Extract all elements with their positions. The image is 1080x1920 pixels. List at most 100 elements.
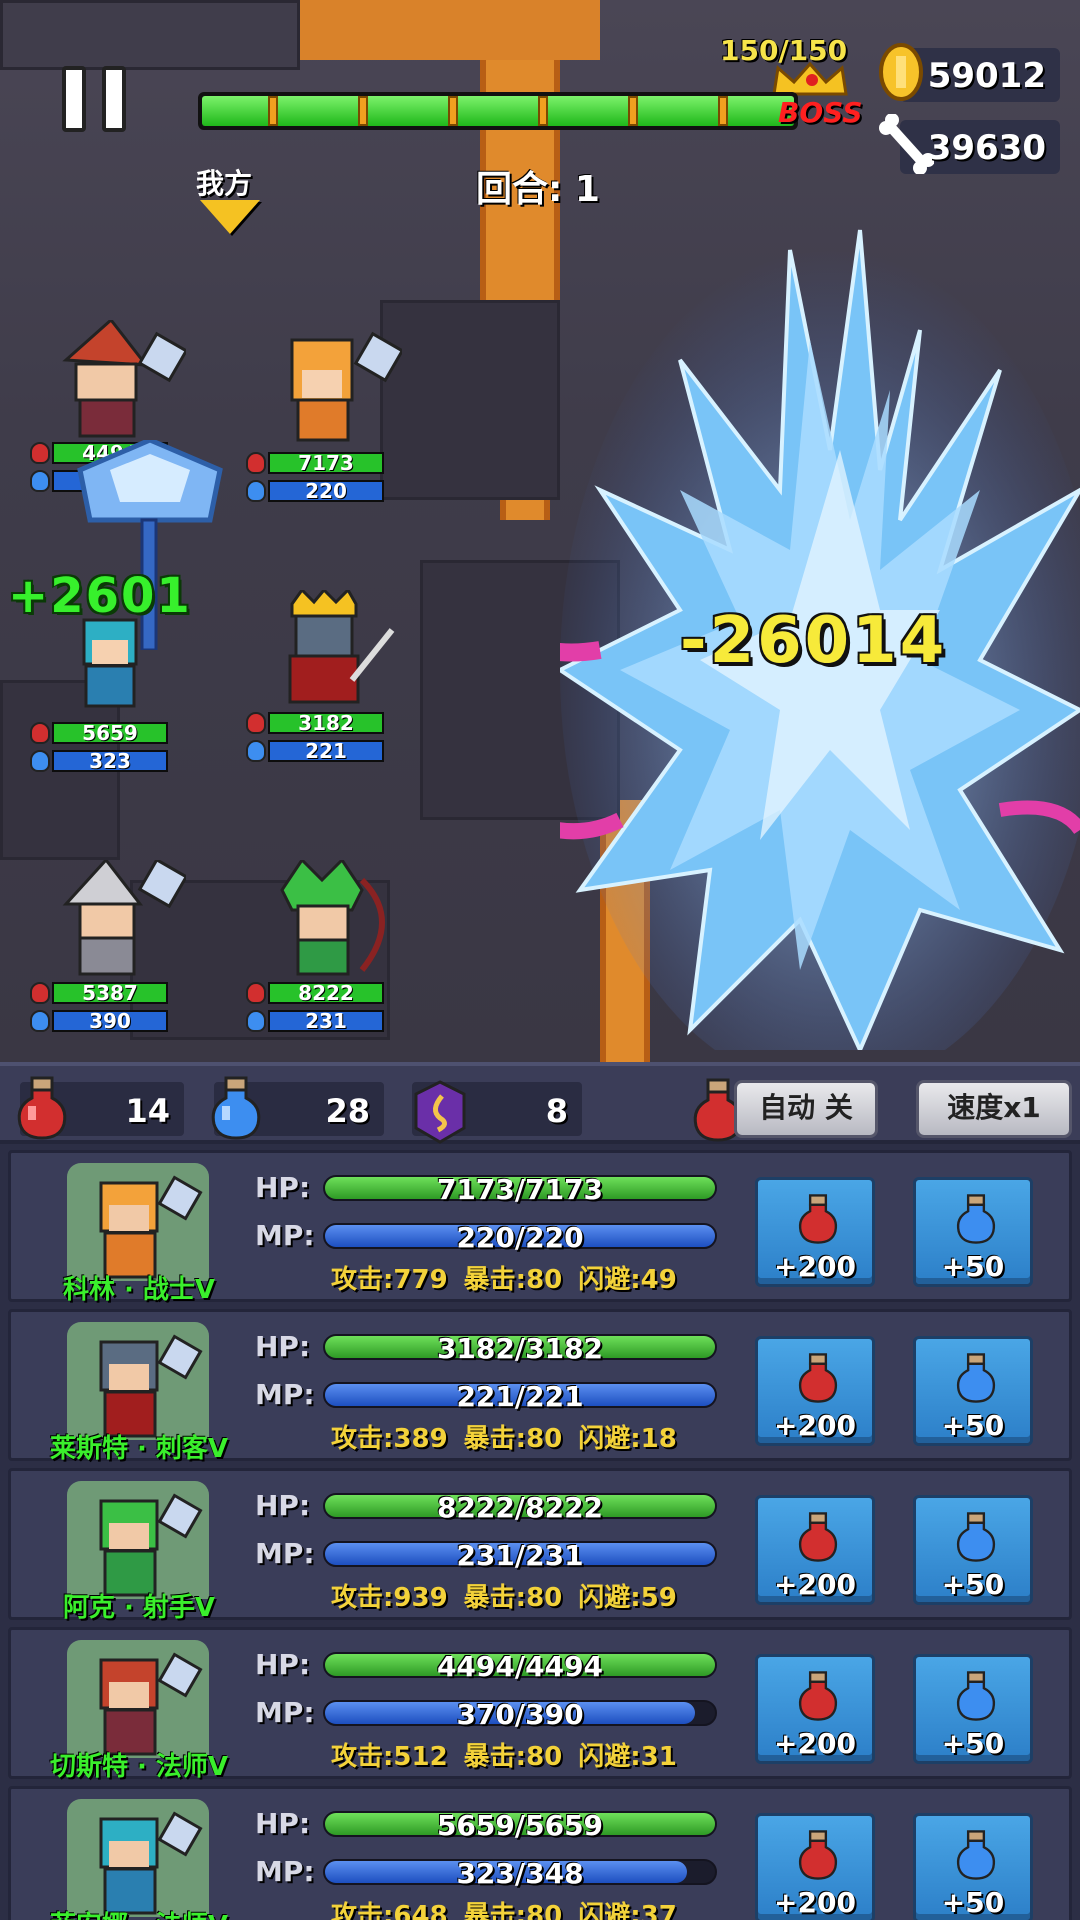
pause-button[interactable]: [62, 66, 130, 132]
hp-potion-icon: [30, 722, 50, 744]
mp-value: 323/348: [456, 1857, 584, 1890]
use-hp-potion-button[interactable]: +200: [755, 1336, 875, 1446]
hero-stats: 攻击:779 暴击:80 闪避:49: [331, 1259, 693, 1296]
hp-potion-icon: [30, 442, 50, 464]
boss-hp-segment: [628, 96, 638, 126]
use-mp-potion-button[interactable]: +50: [913, 1336, 1033, 1446]
mp-label: MP:: [255, 1378, 315, 1411]
use-hp-potion-button[interactable]: +200: [755, 1177, 875, 1287]
mp-potion-amount: +50: [941, 1250, 1005, 1283]
use-mp-potion-button[interactable]: +50: [913, 1495, 1033, 1605]
rune-slot[interactable]: 8: [412, 1080, 582, 1144]
hero-portrait[interactable]: [67, 1322, 209, 1440]
rock: [0, 0, 300, 70]
hp-value: 3182/3182: [436, 1332, 604, 1365]
mp-label: MP:: [255, 1855, 315, 1888]
blue-potion-count: 28: [325, 1092, 370, 1130]
mp-label: MP:: [255, 1219, 315, 1252]
hero-portrait[interactable]: [67, 1163, 209, 1281]
boss-hp-segment: [538, 96, 548, 126]
hp-potion-amount: +200: [774, 1568, 856, 1601]
use-hp-potion-button[interactable]: +200: [755, 1495, 875, 1605]
battle-scene: 150/150 BOSS 59012 39630 我方 回合: 1 4494 7…: [0, 0, 1080, 1062]
archer-sprite-icon: [280, 860, 385, 976]
lava: [300, 0, 600, 60]
hp-bar: 4494/4494: [323, 1650, 717, 1683]
hero-row: 科林 · 战士Ⅴ HP: 7173/7173 MP: 220/220 攻击:77…: [8, 1150, 1072, 1305]
hero-name: 莱斯特 · 刺客Ⅴ: [49, 1434, 229, 1464]
hp-potion-amount: +200: [774, 1250, 856, 1283]
field-hp: 7173: [268, 452, 384, 474]
hero-row: 切斯特 · 法师Ⅴ HP: 4494/4494 MP: 370/390 攻击:5…: [8, 1627, 1072, 1782]
hp-bar: 7173/7173: [323, 1173, 717, 1206]
hp-value: 5659/5659: [436, 1809, 604, 1842]
use-hp-potion-button[interactable]: +200: [755, 1813, 875, 1920]
field-mp: 323: [52, 750, 168, 772]
hero-row: 菲安娜 · 法师Ⅴ HP: 5659/5659 MP: 323/348 攻击:6…: [8, 1786, 1072, 1920]
blue-potion-slot[interactable]: 28: [211, 1076, 384, 1140]
hero-name: 切斯特 · 法师Ⅴ: [49, 1752, 229, 1782]
mp-potion-amount: +50: [941, 1409, 1005, 1442]
hp-value: 7173/7173: [436, 1173, 604, 1206]
field-hero-archer[interactable]: 8222 231: [238, 860, 418, 1062]
hp-potion-icon: [246, 982, 266, 1004]
crit-stat: 暴击:80: [463, 1742, 563, 1772]
mp-potion-icon: [30, 750, 50, 772]
hero-avatar-icon: [99, 1493, 203, 1597]
mp-bar: 323/348: [323, 1857, 717, 1890]
auto-toggle-button[interactable]: 自动 关: [734, 1080, 878, 1138]
mp-potion-icon: [30, 470, 50, 492]
use-hp-potion-button[interactable]: +200: [755, 1654, 875, 1764]
hero-portrait[interactable]: [67, 1481, 209, 1599]
red-potion-slot[interactable]: 14: [17, 1076, 184, 1140]
field-hero-warrior[interactable]: 7173 220: [238, 330, 418, 550]
hp-bar: 5659/5659: [323, 1809, 717, 1842]
dodge-stat: 闪避:49: [578, 1265, 677, 1295]
team-label: 我方: [196, 167, 253, 200]
attack-stat: 攻击:512: [331, 1742, 448, 1772]
red-potion-icon: [17, 1076, 67, 1140]
blue-potion-icon: [956, 1194, 996, 1244]
field-hp: 3182: [268, 712, 384, 734]
use-mp-potion-button[interactable]: +50: [913, 1177, 1033, 1287]
hero-portrait[interactable]: [67, 1799, 209, 1917]
hero-portrait[interactable]: [67, 1640, 209, 1758]
field-mp: 220: [268, 480, 384, 502]
hp-bar: 3182/3182: [323, 1332, 717, 1365]
blue-potion-icon: [956, 1353, 996, 1403]
mp-bar: 220/220: [323, 1221, 717, 1254]
rune-count: 8: [545, 1092, 568, 1130]
hp-value: 8222/8222: [436, 1491, 604, 1524]
dodge-stat: 闪避:59: [578, 1583, 677, 1613]
hp-potion-amount: +200: [774, 1727, 856, 1760]
field-hp: 8222: [268, 982, 384, 1004]
hp-potion-icon: [246, 712, 266, 734]
hp-potion-icon: [246, 452, 266, 474]
bone-icon: [879, 114, 934, 174]
hp-bar: 8222/8222: [323, 1491, 717, 1524]
mp-potion-icon: [246, 480, 266, 502]
mp-potion-icon: [246, 740, 266, 762]
crit-stat: 暴击:80: [463, 1265, 563, 1295]
crit-stat: 暴击:80: [463, 1583, 563, 1613]
boss-hp-segment: [268, 96, 278, 126]
mp-value: 370/390: [456, 1698, 584, 1731]
hp-label: HP:: [255, 1171, 311, 1204]
round-counter: 回合: 1: [476, 169, 600, 210]
item-bar: 14 28 8 自动 关 速度x1: [0, 1062, 1080, 1144]
blue-potion-icon: [211, 1076, 261, 1140]
mp-label: MP:: [255, 1696, 315, 1729]
field-mp: 221: [268, 740, 384, 762]
speed-button[interactable]: 速度x1: [916, 1080, 1072, 1138]
wizard-sprite-icon: [62, 860, 186, 976]
field-hero-wizard[interactable]: 5387 390: [22, 860, 202, 1062]
attack-stat: 攻击:939: [331, 1583, 448, 1613]
use-mp-potion-button[interactable]: +50: [913, 1813, 1033, 1920]
field-hp: 5659: [52, 722, 168, 744]
hero-stats: 攻击:648 暴击:80 闪避:37: [331, 1895, 693, 1920]
field-hero-assassin[interactable]: 3182 221: [238, 590, 418, 810]
hp-potion-amount: +200: [774, 1409, 856, 1442]
hero-name: 科林 · 战士Ⅴ: [62, 1275, 216, 1305]
hero-name: 阿克 · 射手Ⅴ: [62, 1593, 216, 1623]
use-mp-potion-button[interactable]: +50: [913, 1654, 1033, 1764]
